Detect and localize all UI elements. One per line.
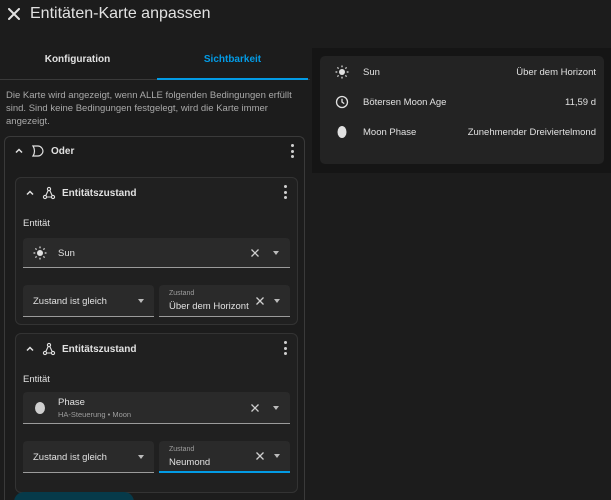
entity-state: Zunehmender Dreiviertelmond	[467, 126, 596, 138]
dropdown-arrow-icon[interactable]	[138, 454, 144, 459]
entity-picker[interactable]: Sun	[23, 238, 290, 268]
entity-label: Entität	[23, 374, 50, 385]
entity-area: Moon	[112, 410, 132, 419]
operator-select[interactable]: Zustand ist gleich	[23, 441, 154, 473]
operator-value: Zustand ist gleich	[33, 452, 107, 463]
entity-row-sun[interactable]: Sun Über dem Horizont	[320, 58, 604, 86]
entity-name: Phase	[58, 397, 85, 408]
dropdown-arrow-icon[interactable]	[138, 298, 144, 303]
clock-icon	[334, 94, 350, 110]
card-editor: Konfiguration Sichtbarkeit Die Karte wir…	[0, 40, 310, 500]
entities-card: Sun Über dem Horizont Bötersen Moon Age …	[320, 56, 604, 164]
entity-state: Über dem Horizont	[516, 66, 596, 78]
more-options-icon[interactable]	[286, 144, 298, 158]
state-select[interactable]: Zustand Über dem Horizont	[159, 285, 290, 317]
condition-card-1: Entitätszustand Entität Sun Zustand ist …	[15, 177, 298, 325]
entity-name: Bötersen Moon Age	[363, 96, 447, 108]
more-options-icon[interactable]	[279, 341, 291, 355]
clear-icon[interactable]	[250, 248, 260, 258]
dropdown-arrow-icon[interactable]	[273, 250, 279, 255]
state-value: Neumond	[169, 457, 211, 468]
entity-picker[interactable]: Phase HA-Steuerung • Moon	[23, 392, 290, 424]
tab-visibility[interactable]: Sichtbarkeit	[155, 40, 310, 80]
dropdown-arrow-icon[interactable]	[274, 454, 280, 458]
tab-bar: Konfiguration Sichtbarkeit	[0, 40, 310, 80]
moon-phase-icon	[334, 124, 350, 140]
state-condition-icon	[41, 185, 57, 201]
visibility-info-text: Die Karte wird angezeigt, wenn ALLE folg…	[6, 90, 292, 127]
dropdown-arrow-icon[interactable]	[274, 298, 280, 303]
entity-name: Sun	[363, 66, 380, 78]
tab-configuration[interactable]: Konfiguration	[0, 40, 155, 79]
add-condition-button[interactable]	[14, 492, 134, 500]
or-card-title: Oder	[51, 145, 75, 157]
condition-card-2: Entitätszustand Entität Phase HA-Steueru…	[15, 333, 298, 493]
entity-name: Moon Phase	[363, 126, 417, 138]
operator-select[interactable]: Zustand ist gleich	[23, 285, 154, 317]
state-select[interactable]: Zustand Neumond	[159, 441, 290, 473]
state-label: Zustand	[169, 446, 195, 453]
close-button[interactable]	[0, 0, 28, 28]
collapse-chevron-icon[interactable]	[22, 185, 38, 201]
entity-row-moon-age[interactable]: Bötersen Moon Age 11,59 d	[320, 88, 604, 116]
clear-icon[interactable]	[255, 296, 265, 306]
state-value: Über dem Horizont	[169, 301, 249, 312]
or-gate-icon	[30, 143, 46, 159]
state-label: Zustand	[169, 290, 195, 297]
card-preview: Sun Über dem Horizont Bötersen Moon Age …	[312, 48, 611, 173]
dialog-title: Entitäten-Karte anpassen	[30, 5, 211, 22]
entity-name: Sun	[58, 248, 75, 259]
dropdown-arrow-icon[interactable]	[273, 405, 279, 410]
operator-value: Zustand ist gleich	[33, 296, 107, 307]
dialog-header: Entitäten-Karte anpassen	[0, 0, 611, 28]
moon-phase-icon	[33, 401, 47, 415]
clear-icon[interactable]	[255, 451, 265, 461]
state-condition-icon	[41, 341, 57, 357]
entity-subtitle: HA-Steuerung • Moon	[58, 410, 132, 419]
collapse-chevron-icon[interactable]	[22, 341, 38, 357]
condition-title: Entitätszustand	[62, 343, 137, 355]
condition-title: Entitätszustand	[62, 187, 137, 199]
sun-icon	[334, 64, 350, 80]
close-icon	[8, 8, 20, 20]
entity-row-moon-phase[interactable]: Moon Phase Zunehmender Dreiviertelmond	[320, 118, 604, 146]
clear-icon[interactable]	[250, 403, 260, 413]
sun-icon	[33, 246, 47, 260]
or-condition-card: Oder Entitätszustand Entität Sun Zustand…	[4, 136, 305, 500]
entity-label: Entität	[23, 218, 50, 229]
entity-integration: HA-Steuerung	[58, 410, 106, 419]
collapse-chevron-icon[interactable]	[11, 143, 27, 159]
more-options-icon[interactable]	[279, 185, 291, 199]
entity-state: 11,59 d	[565, 96, 596, 108]
